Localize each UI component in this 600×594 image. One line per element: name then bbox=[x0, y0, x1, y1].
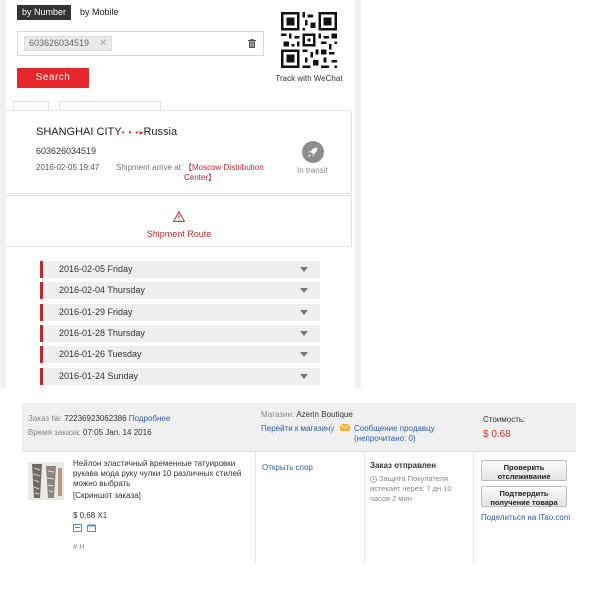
message-seller-link[interactable]: Сообщение продавцу bbox=[354, 424, 435, 433]
chevron-down-icon bbox=[300, 310, 308, 315]
order-panel: Заказ №: 72236923062386 Подробнее Время … bbox=[0, 391, 600, 594]
product-title-link[interactable]: Нейлон эластичный временные татуировки р… bbox=[73, 459, 251, 489]
cost-value: $ 0.68 bbox=[483, 429, 511, 440]
goto-shop-link[interactable]: Перейти к магазину bbox=[261, 424, 334, 433]
details-link[interactable]: Подробнее bbox=[129, 414, 171, 423]
date-row[interactable]: 2016-01-28 Thursday bbox=[40, 325, 320, 342]
product-thumbnail[interactable] bbox=[28, 462, 64, 500]
order-time-line: Время заказа: 07:05 Jan. 14 2016 bbox=[28, 428, 152, 437]
route-dots: • • • bbox=[121, 128, 140, 137]
cost-label: Стоимость: bbox=[483, 415, 526, 424]
destination-country: Russia bbox=[143, 126, 178, 138]
product-tag: # H bbox=[73, 542, 85, 551]
wechat-qr-code-icon bbox=[281, 12, 337, 68]
tracking-number-input[interactable]: 603626034519 ✕ bbox=[17, 31, 264, 56]
confirm-receipt-button[interactable]: Подтвердить получение товара bbox=[481, 486, 567, 507]
event-description: Shipment arrive at bbox=[116, 163, 181, 172]
date-row[interactable]: 2016-01-24 Sunday bbox=[40, 368, 320, 385]
chevron-down-icon bbox=[300, 331, 308, 336]
date-row[interactable]: 2016-01-26 Tuesday bbox=[40, 346, 320, 363]
column-divider bbox=[473, 452, 474, 564]
tag-text: 603626034519 bbox=[29, 38, 90, 48]
box-icon bbox=[87, 524, 96, 532]
product-price: $ 0,68 X1 bbox=[73, 511, 108, 520]
shop-name: Azerin Boutique bbox=[296, 410, 353, 419]
tab-by-number[interactable]: by Number bbox=[17, 5, 71, 20]
share-link[interactable]: Поделиться на bbox=[481, 513, 539, 522]
shipment-card: SHANGHAI CITY• • •▸Russia 603626034519 2… bbox=[6, 110, 352, 194]
date-row[interactable]: 2016-02-05 Friday bbox=[40, 261, 320, 278]
order-number-line: Заказ №: 72236923062386 Подробнее bbox=[28, 414, 170, 423]
shop-line: Магазин: Azerin Boutique bbox=[261, 410, 353, 419]
chevron-down-icon bbox=[300, 267, 308, 272]
order-number: 72236923062386 bbox=[64, 414, 127, 423]
qr-caption: Track with WeChat bbox=[275, 74, 343, 83]
order-card: Заказ №: 72236923062386 Подробнее Время … bbox=[22, 403, 576, 564]
order-time: 07:05 Jan. 14 2016 bbox=[83, 428, 152, 437]
tracking-number: 603626034519 bbox=[36, 146, 97, 156]
separator bbox=[331, 423, 332, 432]
open-dispute-link[interactable]: Открыть спор bbox=[262, 463, 313, 472]
unread-count-text: (непрочитано: 0) bbox=[354, 434, 416, 443]
order-number-label: Заказ №: bbox=[28, 414, 63, 423]
warning-triangle-icon bbox=[173, 211, 185, 222]
unread-count: (непрочитано: 0) bbox=[354, 434, 416, 443]
tab-by-mobile[interactable]: by Mobile bbox=[80, 5, 119, 20]
date-label: 2016-01-28 Thursday bbox=[59, 328, 145, 338]
shop-label: Магазин: bbox=[261, 410, 295, 419]
tag-close-icon[interactable]: ✕ bbox=[99, 36, 107, 51]
share-line: Поделиться на iTao.com bbox=[481, 513, 571, 522]
order-status: Заказ отправлен bbox=[370, 461, 437, 470]
date-label: 2016-02-04 Thursday bbox=[59, 285, 145, 295]
order-time-label: Время заказа: bbox=[28, 428, 81, 437]
right-edge bbox=[355, 0, 361, 388]
buyer-protection-timer: Защита Покупателя истекает через: 7 дн 1… bbox=[370, 474, 452, 503]
column-divider bbox=[255, 452, 256, 564]
left-edge bbox=[0, 0, 6, 388]
chevron-down-icon bbox=[300, 374, 308, 379]
order-header: Заказ №: 72236923062386 Подробнее Время … bbox=[22, 403, 576, 451]
chevron-down-icon bbox=[300, 352, 308, 357]
date-label: 2016-01-26 Tuesday bbox=[59, 349, 142, 359]
date-row[interactable]: 2016-02-04 Thursday bbox=[40, 282, 320, 299]
divider-tab bbox=[13, 101, 49, 110]
rocket-icon bbox=[302, 141, 324, 163]
distribution-center: 【Moscow Distribution Center】 bbox=[184, 163, 264, 182]
date-row[interactable]: 2016-01-29 Friday bbox=[40, 304, 320, 321]
search-button[interactable]: Search bbox=[17, 68, 89, 88]
product-image-icon bbox=[28, 462, 64, 500]
tracking-panel: by Number by Mobile 603626034519 ✕ Searc… bbox=[0, 0, 600, 388]
envelope-icon bbox=[340, 424, 350, 431]
status-label: In transit bbox=[297, 166, 328, 175]
date-label: 2016-01-29 Friday bbox=[59, 307, 133, 317]
share-site[interactable]: iTao.com bbox=[539, 513, 571, 522]
route-line: SHANGHAI CITY• • •▸Russia bbox=[36, 126, 177, 138]
shipment-route-toggle[interactable]: Shipment Route bbox=[6, 195, 352, 247]
column-divider bbox=[364, 452, 365, 564]
trash-icon[interactable] bbox=[248, 39, 256, 48]
divider-tab bbox=[59, 101, 161, 110]
snapshot-link[interactable]: [Скриншот заказа] bbox=[73, 491, 141, 500]
event-datetime: 2016-02-05 19:47 bbox=[36, 163, 100, 172]
date-label: 2016-02-05 Friday bbox=[59, 264, 133, 274]
chevron-down-icon bbox=[300, 288, 308, 293]
order-item-row: Нейлон эластичный временные татуировки р… bbox=[22, 451, 576, 564]
shipment-route-label: Shipment Route bbox=[146, 229, 212, 239]
date-label: 2016-01-24 Sunday bbox=[59, 371, 139, 381]
tracking-number-tag: 603626034519 ✕ bbox=[24, 36, 113, 51]
shield-icon bbox=[73, 524, 82, 532]
check-tracking-button[interactable]: Проверить отслеживание bbox=[481, 460, 567, 481]
origin-city: SHANGHAI CITY bbox=[36, 126, 122, 138]
